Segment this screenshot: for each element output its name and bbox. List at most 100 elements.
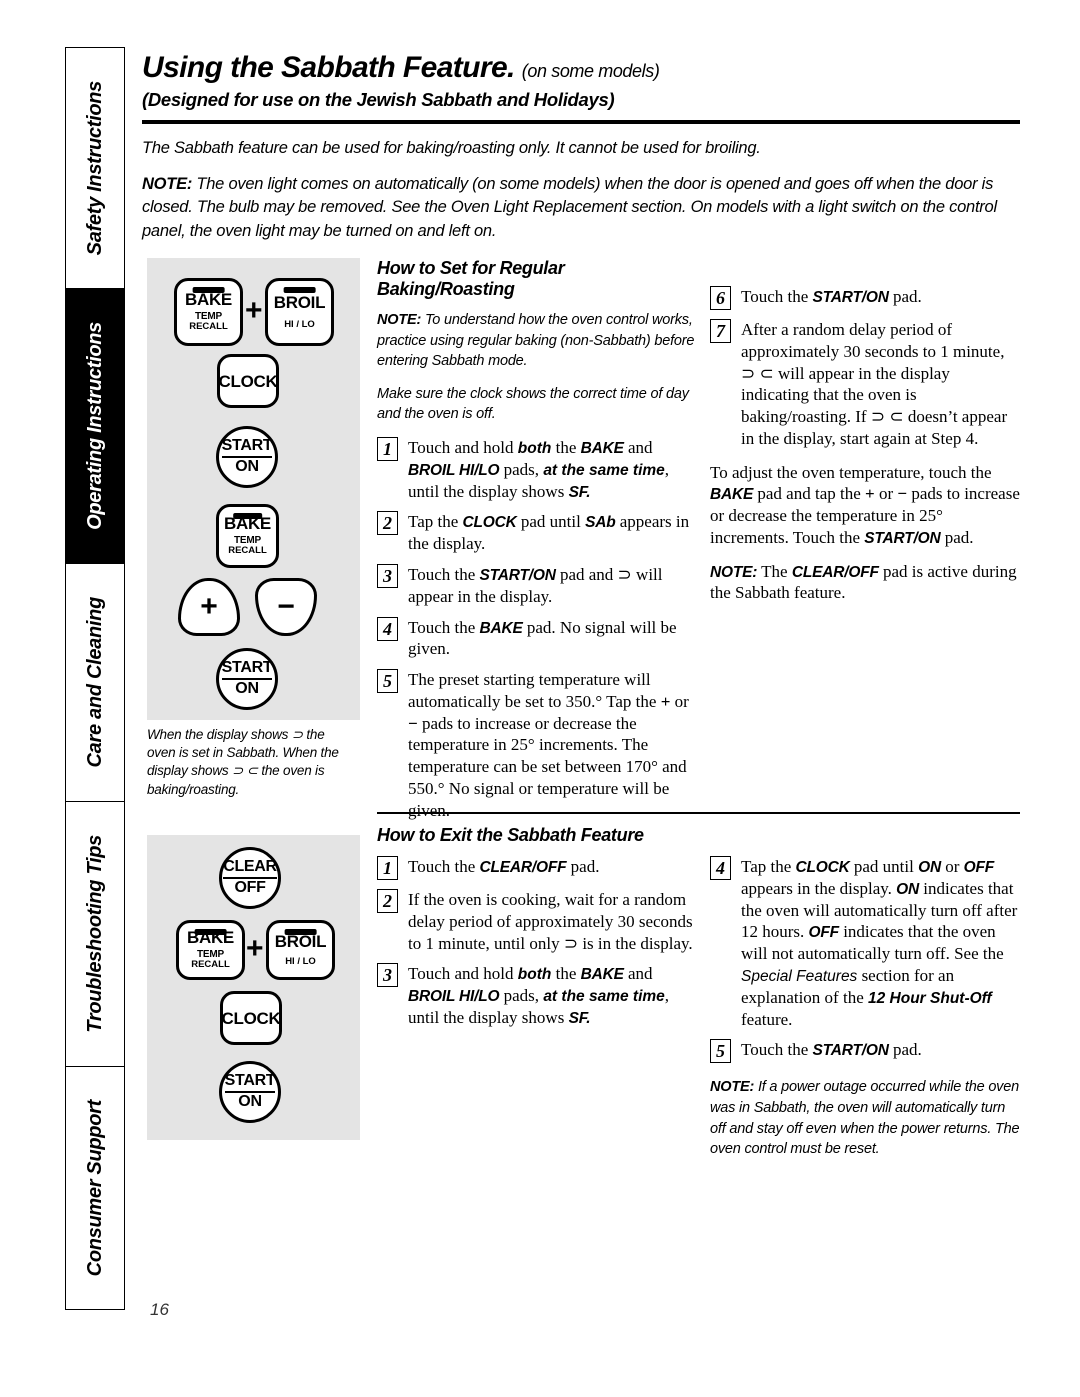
bake-pad-sub2-label: RECALL xyxy=(228,545,267,557)
minus-pad-button[interactable]: − xyxy=(255,578,317,636)
step-text: Touch and hold both the BAKE and BROIL H… xyxy=(408,437,670,501)
plus-connector-icon: + xyxy=(245,294,263,327)
clock-pad-button[interactable]: CLOCK xyxy=(220,991,282,1045)
step-item: 1 Touch the CLEAR/OFF pad. xyxy=(377,856,695,880)
clear-pad-label: CLEAR xyxy=(223,858,277,879)
start-on-pad-button-1[interactable]: START ON xyxy=(216,426,278,488)
sidebar-item-label: Operating Instructions xyxy=(83,322,106,531)
bake-pad-button[interactable]: BAKE TEMP RECALL xyxy=(176,920,245,980)
sidebar-item-troubleshooting-tips[interactable]: Troubleshooting Tips xyxy=(66,801,124,1067)
step-item: 5 Touch the START/ON pad. xyxy=(710,1039,1020,1064)
exit-section-divider-rule xyxy=(377,812,1020,815)
step-text: If the oven is cooking, wait for a rando… xyxy=(408,890,693,953)
sidebar-item-consumer-support[interactable]: Consumer Support xyxy=(66,1066,124,1309)
broil-pad-sub2-label: HI / LO xyxy=(285,955,316,967)
page-title: Using the Sabbath Feature. xyxy=(142,51,515,84)
off-pad-label: OFF xyxy=(234,879,266,896)
step-text: Touch the BAKE pad. No signal will be gi… xyxy=(408,617,677,659)
step-item: 7 After a random delay period of approxi… xyxy=(710,319,1020,450)
step-text: Touch the START/ON pad and ⊃ will appear… xyxy=(408,564,663,606)
step-text: Tap the CLOCK pad until SAb appears in t… xyxy=(408,512,690,554)
start-pad-label: START xyxy=(224,1072,276,1093)
step-text: Touch the CLEAR/OFF pad. xyxy=(408,857,600,876)
page-title-qualifier: (on some models) xyxy=(521,61,660,81)
step-item: 1 Touch and hold both the BAKE and BROIL… xyxy=(377,436,695,502)
step-text: Touch and hold both the BAKE and BROIL H… xyxy=(408,964,670,1027)
indicator-bar-icon xyxy=(232,513,263,519)
note-label: NOTE: xyxy=(377,312,422,328)
step-number: 5 xyxy=(377,669,398,694)
step-item: 4 Touch the BAKE pad. No signal will be … xyxy=(377,616,695,661)
set-section-left-column: How to Set for Regular Baking/Roasting N… xyxy=(377,258,695,830)
title-divider-rule xyxy=(142,119,1020,124)
note-text: The oven light comes on automatically (o… xyxy=(142,174,997,240)
start-on-pad-button-2[interactable]: START ON xyxy=(216,648,278,710)
sidebar-item-care-and-cleaning[interactable]: Care and Cleaning xyxy=(66,564,124,802)
broil-pad-button[interactable]: BROIL HI / LO xyxy=(266,920,335,980)
plus-icon: + xyxy=(200,590,218,623)
minus-icon: − xyxy=(277,590,295,623)
sidebar-item-label: Care and Cleaning xyxy=(83,597,106,768)
power-outage-note: NOTE: If a power outage occurred while t… xyxy=(710,1077,1020,1159)
step-item: 2 Tap the CLOCK pad until SAb appears in… xyxy=(377,511,695,555)
step-item: 4 Tap the CLOCK pad until ON or OFF appe… xyxy=(710,856,1020,1030)
step-text: Touch the START/ON pad. xyxy=(741,1040,922,1060)
broil-pad-sub2-label: HI / LO xyxy=(284,318,315,330)
plus-connector-icon: + xyxy=(246,932,264,965)
title-row: Using the Sabbath Feature. (on some mode… xyxy=(142,52,1020,84)
broil-pad-button[interactable]: BROIL HI / LO xyxy=(265,278,334,346)
oven-control-panel-diagram-bottom: CLEAR OFF BAKE TEMP RECALL + BROIL HI / … xyxy=(147,835,360,1140)
exit-section-right-column: 4 Tap the CLOCK pad until ON or OFF appe… xyxy=(710,856,1020,1172)
sidebar-item-label: Troubleshooting Tips xyxy=(83,834,106,1033)
note-text: If a power outage occurred while the ove… xyxy=(710,1079,1020,1158)
step-number: 3 xyxy=(377,963,398,988)
adjust-temperature-paragraph: To adjust the oven temperature, touch th… xyxy=(710,462,1020,547)
set-section-note2: Make sure the clock shows the correct ti… xyxy=(377,385,689,423)
step-text: Tap the CLOCK pad until ON or OFF appear… xyxy=(741,857,1018,1029)
sidebar-item-safety-instructions[interactable]: Safety Instructions xyxy=(66,48,124,290)
indicator-bar-icon xyxy=(283,287,316,293)
diagram-caption-top: When the display shows ⊃ the oven is set… xyxy=(147,727,339,797)
sidebar-item-label: Safety Instructions xyxy=(83,81,106,256)
step-item: 2 If the oven is cooking, wait for a ran… xyxy=(377,889,695,954)
step-item: 5 The preset starting temperature will a… xyxy=(377,669,695,821)
intro-paragraph: The Sabbath feature can be used for baki… xyxy=(142,138,761,157)
step-number: 3 xyxy=(377,563,398,588)
clock-pad-label: CLOCK xyxy=(218,371,278,391)
start-pad-label: START xyxy=(221,659,273,680)
step-number: 1 xyxy=(377,856,398,880)
clear-off-note-paragraph: NOTE: The CLEAR/OFF pad is active during… xyxy=(710,561,1017,603)
step-number: 6 xyxy=(710,286,731,310)
step-item: 3 Touch and hold both the BAKE and BROIL… xyxy=(377,963,695,1028)
on-pad-label: ON xyxy=(235,458,259,475)
exit-section-heading: How to Exit the Sabbath Feature xyxy=(377,825,644,845)
clock-pad-button[interactable]: CLOCK xyxy=(217,354,279,408)
set-section-heading: How to Set for Regular Baking/Roasting xyxy=(377,258,565,299)
note-text: To understand how the oven control works… xyxy=(377,312,695,370)
step-number: 1 xyxy=(377,436,398,461)
oven-control-panel-diagram-top: BAKE TEMP RECALL + BROIL HI / LO CLOCK S… xyxy=(147,258,360,720)
broil-pad-label: BROIL xyxy=(274,931,327,951)
step-number: 2 xyxy=(377,889,398,913)
start-on-pad-button[interactable]: START ON xyxy=(219,1061,281,1123)
sidebar-item-operating-instructions[interactable]: Operating Instructions xyxy=(66,289,124,565)
on-pad-label: ON xyxy=(238,1093,262,1110)
step-number: 4 xyxy=(710,856,731,880)
main-content: Using the Sabbath Feature. (on some mode… xyxy=(142,52,1020,243)
step-item: 6 Touch the START/ON pad. xyxy=(710,286,1020,310)
note-label: NOTE: xyxy=(142,174,193,193)
step-text: Touch the START/ON pad. xyxy=(741,287,922,306)
step-number: 7 xyxy=(710,319,731,343)
bake-pad-button[interactable]: BAKE TEMP RECALL xyxy=(174,278,243,346)
step-number: 4 xyxy=(377,616,398,641)
exit-section-left-column: How to Exit the Sabbath Feature 1 Touch … xyxy=(377,825,695,1038)
bake-pad-sub2-label: RECALL xyxy=(189,321,228,333)
plus-pad-button[interactable]: + xyxy=(178,578,240,636)
indicator-bar-icon xyxy=(284,929,317,935)
broil-pad-label: BROIL xyxy=(273,292,326,312)
clear-off-pad-button[interactable]: CLEAR OFF xyxy=(219,847,281,909)
sidebar-tab-rail: Safety Instructions Operating Instructio… xyxy=(65,47,125,1310)
bake-pad-label: BAKE xyxy=(185,290,232,310)
step-text: After a random delay period of approxima… xyxy=(741,320,1008,448)
bake-pad-button-2[interactable]: BAKE TEMP RECALL xyxy=(216,504,279,568)
